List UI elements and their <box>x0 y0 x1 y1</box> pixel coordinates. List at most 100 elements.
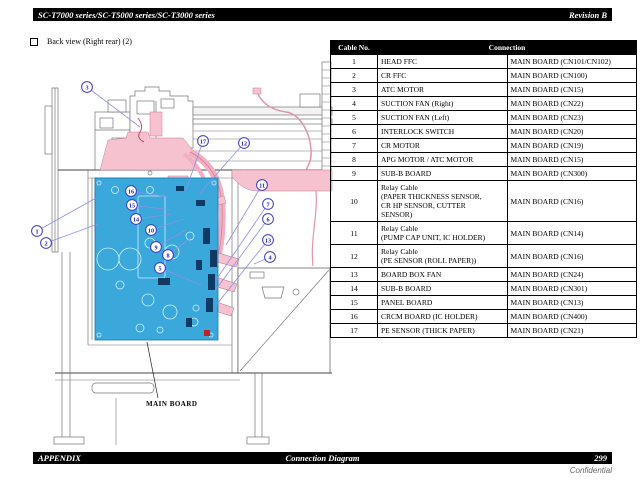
cable-no-cell: 17 <box>331 324 378 338</box>
callout-number: 17 <box>200 138 206 145</box>
connection-cell: MAIN BOARD (CN21) <box>507 324 637 338</box>
cable-name-cell: INTERLOCK SWITCH <box>378 125 508 139</box>
cable-name-cell: SUB-B BOARD <box>378 167 508 181</box>
table-row: 7CR MOTORMAIN BOARD (CN19) <box>331 139 637 153</box>
cable-no-cell: 4 <box>331 97 378 111</box>
table-row: 16CRCM BOARD (IC HOLDER)MAIN BOARD (CN40… <box>331 310 637 324</box>
cable-no-header: Cable No. <box>331 41 378 55</box>
cable-name-cell: SUB-B BOARD <box>378 282 508 296</box>
table-row: 6INTERLOCK SWITCHMAIN BOARD (CN20) <box>331 125 637 139</box>
callout-number: 11 <box>259 182 265 189</box>
table-row: 5SUCTION FAN (Left)MAIN BOARD (CN23) <box>331 111 637 125</box>
cable-name-cell: CRCM BOARD (IC HOLDER) <box>378 310 508 324</box>
callout-number: 5 <box>158 265 161 272</box>
cable-no-cell: 13 <box>331 268 378 282</box>
table-row: 1HEAD FFCMAIN BOARD (CN101/CN102) <box>331 55 637 69</box>
cable-name-cell: Relay Cable (PUMP CAP UNIT, IC HOLDER) <box>378 222 508 245</box>
table-row: 15PANEL BOARDMAIN BOARD (CN13) <box>331 296 637 310</box>
connection-cell: MAIN BOARD (CN16) <box>507 181 637 222</box>
main-board-label: MAIN BOARD <box>146 400 197 408</box>
connection-cell: MAIN BOARD (CN301) <box>507 282 637 296</box>
table-header-row: Cable No. Connection <box>331 41 637 55</box>
connection-header: Connection <box>378 41 637 55</box>
cable-name-cell: PE SENSOR (THICK PAPER) <box>378 324 508 338</box>
cable-name-cell: CR MOTOR <box>378 139 508 153</box>
cable-no-cell: 14 <box>331 282 378 296</box>
cable-name-cell: HEAD FFC <box>378 55 508 69</box>
cable-no-cell: 16 <box>331 310 378 324</box>
cable-no-cell: 9 <box>331 167 378 181</box>
page-footer-bar: APPENDIX Connection Diagram 299 <box>33 452 612 464</box>
checkbox-bullet-icon <box>30 38 38 46</box>
table-row: 13BOARD BOX FANMAIN BOARD (CN24) <box>331 268 637 282</box>
confidential-watermark: Confidential <box>33 466 612 475</box>
connection-cell: MAIN BOARD (CN20) <box>507 125 637 139</box>
cable-name-cell: Relay Cable (PE SENSOR (ROLL PAPER)) <box>378 245 508 268</box>
board-marker <box>204 330 210 336</box>
cable-no-cell: 2 <box>331 69 378 83</box>
connection-cell: MAIN BOARD (CN19) <box>507 139 637 153</box>
callout-number: 1 <box>35 228 38 235</box>
callout-number: 3 <box>85 84 88 91</box>
callout-leader-line <box>37 198 96 231</box>
table-row: 4SUCTION FAN (Right)MAIN BOARD (CN22) <box>331 97 637 111</box>
callout-number: 16 <box>128 188 134 195</box>
callout-number: 8 <box>166 252 169 259</box>
callout-number: 7 <box>266 201 269 208</box>
connection-diagram: MAIN BOARD 1234567891011121314151617 <box>25 55 335 450</box>
cable-name-cell: PANEL BOARD <box>378 296 508 310</box>
callout-number: 4 <box>268 254 271 261</box>
callout-number: 12 <box>241 140 247 147</box>
table-row: 14SUB-B BOARDMAIN BOARD (CN301) <box>331 282 637 296</box>
table-row: 9SUB-B BOARDMAIN BOARD (CN300) <box>331 167 637 181</box>
document-title: SC-T7000 series/SC-T5000 series/SC-T3000… <box>38 10 215 20</box>
cable-no-cell: 10 <box>331 181 378 222</box>
connection-cell: MAIN BOARD (CN22) <box>507 97 637 111</box>
connection-cell: MAIN BOARD (CN14) <box>507 222 637 245</box>
connection-cell: MAIN BOARD (CN15) <box>507 153 637 167</box>
cable-no-cell: 12 <box>331 245 378 268</box>
connection-cell: MAIN BOARD (CN13) <box>507 296 637 310</box>
table-row: 12Relay Cable (PE SENSOR (ROLL PAPER))MA… <box>331 245 637 268</box>
connection-cell: MAIN BOARD (CN15) <box>507 83 637 97</box>
table-row: 8APG MOTOR / ATC MOTORMAIN BOARD (CN15) <box>331 153 637 167</box>
callout-number: 6 <box>266 216 269 223</box>
cable-no-cell: 8 <box>331 153 378 167</box>
callout-number: 13 <box>265 237 271 244</box>
cable-no-cell: 15 <box>331 296 378 310</box>
callout-number: 15 <box>129 202 135 209</box>
table-row: 17PE SENSOR (THICK PAPER)MAIN BOARD (CN2… <box>331 324 637 338</box>
cable-no-cell: 5 <box>331 111 378 125</box>
revision-label: Revision B <box>569 10 607 20</box>
table-row: 11Relay Cable (PUMP CAP UNIT, IC HOLDER)… <box>331 222 637 245</box>
connection-cell: MAIN BOARD (CN100) <box>507 69 637 83</box>
cable-no-cell: 7 <box>331 139 378 153</box>
page-number: 299 <box>594 453 607 463</box>
cable-name-cell: BOARD BOX FAN <box>378 268 508 282</box>
callout-number: 14 <box>133 216 139 223</box>
cable-no-cell: 11 <box>331 222 378 245</box>
cable-table: Cable No. Connection 1HEAD FFCMAIN BOARD… <box>330 40 637 338</box>
connection-cell: MAIN BOARD (CN23) <box>507 111 637 125</box>
callout-number: 10 <box>148 227 154 234</box>
footer-chapter: Connection Diagram <box>33 453 612 463</box>
cable-name-cell: SUCTION FAN (Right) <box>378 97 508 111</box>
cable-table-body: 1HEAD FFCMAIN BOARD (CN101/CN102)2CR FFC… <box>331 55 637 338</box>
manual-page: SC-T7000 series/SC-T5000 series/SC-T3000… <box>0 0 640 480</box>
cable-no-cell: 6 <box>331 125 378 139</box>
main-board-highlight <box>95 178 218 340</box>
section-heading: Back view (Right rear) (2) <box>30 37 132 46</box>
connection-cell: MAIN BOARD (CN400) <box>507 310 637 324</box>
connection-cell: MAIN BOARD (CN16) <box>507 245 637 268</box>
callout-number: 2 <box>44 240 47 247</box>
section-label: Back view (Right rear) (2) <box>47 37 132 46</box>
cable-name-cell: APG MOTOR / ATC MOTOR <box>378 153 508 167</box>
cable-no-cell: 3 <box>331 83 378 97</box>
cable-name-cell: CR FFC <box>378 69 508 83</box>
table-row: 3ATC MOTORMAIN BOARD (CN15) <box>331 83 637 97</box>
page-header-bar: SC-T7000 series/SC-T5000 series/SC-T3000… <box>33 8 612 21</box>
cable-name-cell: SUCTION FAN (Left) <box>378 111 508 125</box>
table-row: 10Relay Cable (PAPER THICKNESS SENSOR, C… <box>331 181 637 222</box>
connection-cell: MAIN BOARD (CN101/CN102) <box>507 55 637 69</box>
callout-leader-line <box>226 185 262 245</box>
